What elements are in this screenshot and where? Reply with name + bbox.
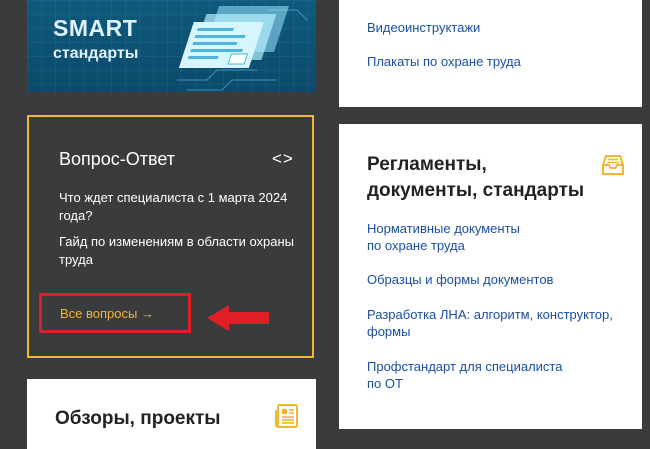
newspaper-icon [275, 404, 298, 428]
qa-question-2[interactable]: Гайд по изменениям в области охраны труд… [59, 233, 299, 269]
safety-posters-link[interactable]: Плакаты по охране труда [367, 53, 521, 70]
video-instructions-link[interactable]: Видеоинструктажи [367, 19, 480, 36]
regulations-card: Регламенты, документы, стандарты Нормати… [339, 124, 642, 429]
qa-question-1[interactable]: Что ждет специалиста с 1 марта 2024 года… [59, 189, 299, 225]
lna-development-link[interactable]: Разработка ЛНА: алгоритм, конструктор, ф… [367, 306, 622, 340]
carousel-arrows-icon[interactable]: <> [272, 149, 294, 169]
regulations-title: Регламенты, документы, стандарты [367, 154, 585, 201]
qa-title: Вопрос-Ответ [59, 149, 176, 169]
red-pointer-arrow-icon [207, 305, 269, 331]
reviews-card: Обзоры, проекты [27, 379, 316, 449]
smart-standards-banner[interactable]: SMART стандарты [27, 0, 316, 92]
reviews-title: Обзоры, проекты [55, 408, 221, 429]
all-questions-link[interactable]: Все вопросы → [60, 306, 154, 321]
inbox-tray-icon [602, 155, 624, 175]
banner-subtitle: стандарты [53, 45, 139, 62]
normative-docs-link[interactable]: Нормативные документы по охране труда [367, 220, 537, 254]
prof-standard-link[interactable]: Профстандарт для специалиста по ОТ [367, 358, 577, 392]
materials-card: Видеоинструктажи Плакаты по охране труда [339, 0, 642, 107]
all-questions-highlight-box: Все вопросы → [39, 293, 191, 333]
document-templates-link[interactable]: Образцы и формы документов [367, 271, 553, 288]
documents-illustration-icon [177, 6, 308, 91]
banner-title: SMART [53, 15, 138, 41]
